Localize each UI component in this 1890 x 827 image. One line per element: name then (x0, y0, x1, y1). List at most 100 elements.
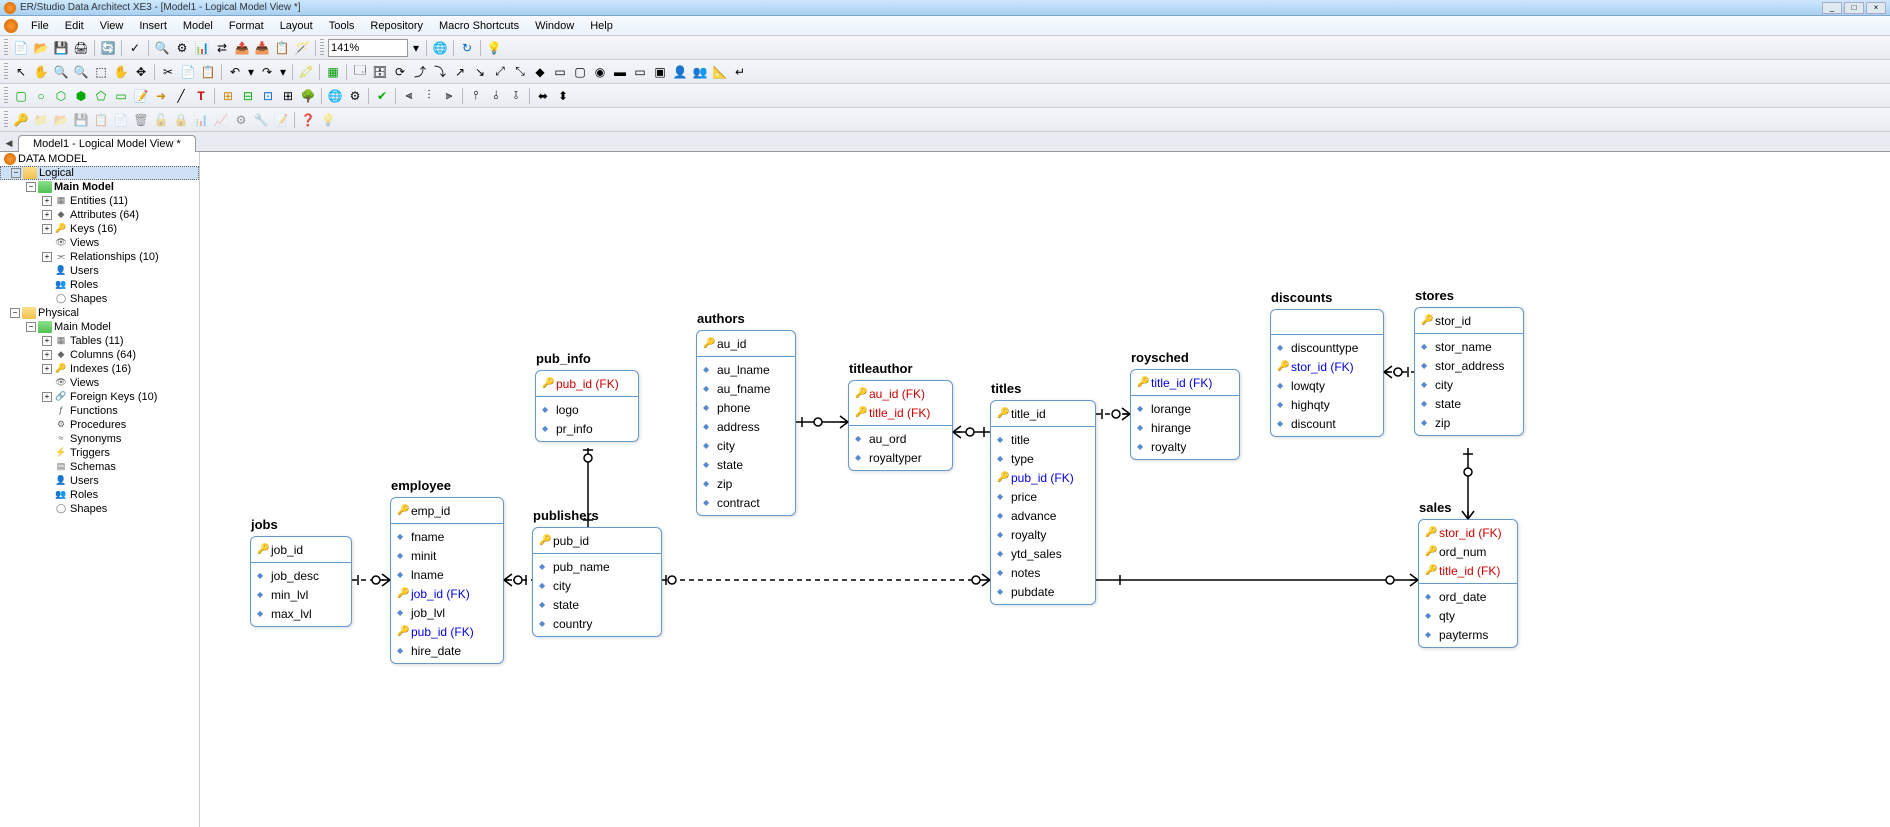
entity-jobs[interactable]: jobs 🔑job_id ◆job_desc ◆min_lvl ◆max_lvl (250, 536, 352, 627)
entity-authors[interactable]: authors 🔑au_id ◆au_lname ◆au_fname ◆phon… (696, 330, 796, 516)
tree-relationships[interactable]: +⫘Relationships (10) (0, 250, 199, 264)
tree-tables[interactable]: +▦Tables (11) (0, 334, 199, 348)
wizard-button[interactable]: 🪄 (293, 39, 311, 57)
tree-roles-l[interactable]: 👥Roles (0, 278, 199, 292)
tree-users-l[interactable]: 👤Users (0, 264, 199, 278)
open-button[interactable]: 📂 (32, 39, 50, 57)
tree-physical[interactable]: −Physical (0, 306, 199, 320)
tree-keys[interactable]: +🔑Keys (16) (0, 222, 199, 236)
shape7-button[interactable]: ▣ (651, 63, 669, 81)
repo1-button[interactable]: 📁 (32, 111, 50, 129)
export-button[interactable]: 📤 (233, 39, 251, 57)
tree-root[interactable]: DATA MODEL (0, 152, 199, 166)
redo-button[interactable]: ↷ (258, 63, 276, 81)
tree-roles-p[interactable]: 👥Roles (0, 488, 199, 502)
entity-rect-button[interactable]: ▭ (112, 87, 130, 105)
align-center-button[interactable]: ⫶ (420, 87, 438, 105)
tree-shapes-l[interactable]: ◯Shapes (0, 292, 199, 306)
globe-button[interactable]: 🌐 (326, 87, 344, 105)
tree-functions[interactable]: ƒFunctions (0, 404, 199, 418)
rel1-button[interactable]: ⤴ (411, 63, 429, 81)
shape5-button[interactable]: ▬ (611, 63, 629, 81)
tree-columns[interactable]: +◆Columns (64) (0, 348, 199, 362)
group-button[interactable]: 👥 (691, 63, 709, 81)
pointer-tool[interactable]: ↖ (12, 63, 30, 81)
repo5-button[interactable]: 📄 (112, 111, 130, 129)
repo9-button[interactable]: 📊 (192, 111, 210, 129)
new-button[interactable]: 📄 (12, 39, 30, 57)
db-button[interactable]: 🗄 (371, 63, 389, 81)
grid-button[interactable]: ▦ (324, 63, 342, 81)
check-button[interactable]: ✔ (373, 87, 391, 105)
layout1-button[interactable]: ⊞ (219, 87, 237, 105)
diagram-canvas[interactable]: jobs 🔑job_id ◆job_desc ◆min_lvl ◆max_lvl… (200, 152, 1890, 827)
help-button[interactable]: ❓ (299, 111, 317, 129)
tree-main-model-l[interactable]: −Main Model (0, 180, 199, 194)
entity-employee[interactable]: employee 🔑emp_id ◆fname ◆minit ◆lname 🔑j… (390, 497, 504, 664)
zoom-out-tool[interactable]: 🔍 (72, 63, 90, 81)
highlight-button[interactable]: 🖍 (297, 63, 315, 81)
tree-procedures[interactable]: ⚙Procedures (0, 418, 199, 432)
menu-view[interactable]: View (93, 18, 131, 34)
menu-window[interactable]: Window (528, 18, 581, 34)
refresh2-button[interactable]: ↻ (458, 39, 476, 57)
tree-button[interactable]: 🌳 (299, 87, 317, 105)
copy-model-button[interactable]: 📋 (273, 39, 291, 57)
tree-foreign-keys[interactable]: +🔗Foreign Keys (10) (0, 390, 199, 404)
repo4-button[interactable]: 📋 (92, 111, 110, 129)
repo3-button[interactable]: 💾 (72, 111, 90, 129)
redo-dropdown[interactable]: ▾ (278, 63, 288, 81)
model-explorer[interactable]: DATA MODEL −Logical −Main Model +▦Entiti… (0, 152, 200, 827)
tab-nav-left[interactable]: ◀ (2, 135, 16, 151)
compare-button[interactable]: ⇄ (213, 39, 231, 57)
align-right-button[interactable]: ⫸ (440, 87, 458, 105)
tree-views-l[interactable]: 👁Views (0, 236, 199, 250)
generate-button[interactable]: ⚙ (173, 39, 191, 57)
tree-main-model-p[interactable]: −Main Model (0, 320, 199, 334)
menu-tools[interactable]: Tools (322, 18, 362, 34)
shape2-button[interactable]: ▭ (551, 63, 569, 81)
window-button[interactable]: 🗔 (351, 63, 369, 81)
shape3-button[interactable]: ▢ (571, 63, 589, 81)
maximize-button[interactable]: □ (1844, 2, 1864, 14)
repo7-button[interactable]: 🔓 (152, 111, 170, 129)
align-left-button[interactable]: ⫷ (400, 87, 418, 105)
entity-publishers[interactable]: publishers 🔑pub_id ◆pub_name ◆city ◆stat… (532, 527, 662, 637)
pan-tool[interactable]: ✋ (112, 63, 130, 81)
text-button[interactable]: T (192, 87, 210, 105)
menu-help[interactable]: Help (583, 18, 620, 34)
menu-macro[interactable]: Macro Shortcuts (432, 18, 526, 34)
minimize-button[interactable]: _ (1822, 2, 1842, 14)
tree-triggers[interactable]: ⚡Triggers (0, 446, 199, 460)
note-button[interactable]: 📝 (132, 87, 150, 105)
tab-model1[interactable]: Model1 - Logical Model View * (18, 135, 196, 152)
repo-login-button[interactable]: 🔑 (12, 111, 30, 129)
entity-stores[interactable]: stores 🔑stor_id ◆stor_name ◆stor_address… (1414, 307, 1524, 436)
align-bottom-button[interactable]: ⫱ (507, 87, 525, 105)
gear-button[interactable]: ⚙ (346, 87, 364, 105)
tool2-button[interactable]: ↵ (731, 63, 749, 81)
entity-pub-info[interactable]: pub_info 🔑pub_id (FK) ◆logo ◆pr_info (535, 370, 639, 442)
entity-oval-button[interactable]: ○ (32, 87, 50, 105)
tree-schemas[interactable]: ▤Schemas (0, 460, 199, 474)
tree-shapes-p[interactable]: ◯Shapes (0, 502, 199, 516)
repo2-button[interactable]: 📂 (52, 111, 70, 129)
move-tool[interactable]: ✥ (132, 63, 150, 81)
tree-indexes[interactable]: +🔑Indexes (16) (0, 362, 199, 376)
entity-titleauthor[interactable]: titleauthor 🔑au_id (FK) 🔑title_id (FK) ◆… (848, 380, 953, 471)
entity-pent-button[interactable]: ⬠ (92, 87, 110, 105)
cut-button[interactable]: ✂ (159, 63, 177, 81)
rel4-button[interactable]: ↘ (471, 63, 489, 81)
repo12-button[interactable]: 🔧 (252, 111, 270, 129)
find-button[interactable]: 🔍 (153, 39, 171, 57)
save-button[interactable]: 💾 (52, 39, 70, 57)
shape6-button[interactable]: ▭ (631, 63, 649, 81)
tree-logical[interactable]: −Logical (0, 166, 199, 180)
rel5-button[interactable]: ⤢ (491, 63, 509, 81)
import-button[interactable]: 📥 (253, 39, 271, 57)
align-middle-button[interactable]: ⫰ (487, 87, 505, 105)
close-button[interactable]: × (1866, 2, 1886, 14)
tree-attributes[interactable]: +◆Attributes (64) (0, 208, 199, 222)
menu-repository[interactable]: Repository (363, 18, 430, 34)
paste-button[interactable]: 📋 (199, 63, 217, 81)
